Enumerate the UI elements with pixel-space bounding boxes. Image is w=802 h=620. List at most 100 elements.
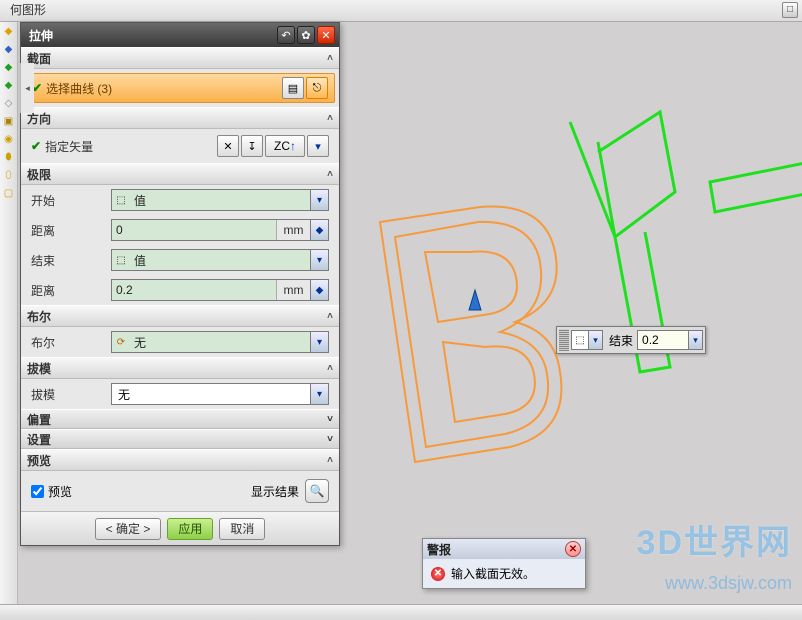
vector-dropdown-icon[interactable]: ▾ (307, 135, 329, 157)
left-toolbar: ◆ ◆ ◆ ◆ ◇ ▣ ◉ ⬮ ⬯ ▢ (0, 22, 18, 620)
chevron-down-icon: ▾ (310, 332, 328, 352)
watermark-url: www.3dsjw.com (665, 573, 792, 594)
value-icon: ⬚ (112, 190, 130, 210)
dialog-titlebar[interactable]: 拉伸 ↶ ✿ ✕ (21, 23, 339, 47)
float-end-label: 结束 (605, 332, 637, 349)
tool-button[interactable]: ◆ (1, 42, 17, 58)
chevron-up-icon: ˄ (327, 455, 333, 466)
specify-vector-label: 指定矢量 (45, 138, 215, 155)
top-menu-label: 何图形 (10, 3, 46, 17)
value-icon: ⬚ (112, 250, 130, 270)
top-strip-button[interactable]: □ (782, 2, 798, 18)
apply-button[interactable]: 应用 (167, 518, 213, 540)
boolean-combo[interactable]: ⟳ 无 ▾ (111, 331, 329, 353)
alert-popup: 警报 ✕ ✕ 输入截面无效。 (422, 538, 586, 589)
float-type-combo[interactable]: ⬚ ▾ (571, 330, 603, 350)
end-label: 结束 (31, 252, 111, 269)
limits-header[interactable]: 极限 ˄ (21, 163, 339, 185)
watermark-text: 3D世界网 (637, 515, 792, 564)
chevron-down-icon: ▾ (310, 250, 328, 270)
select-curve-row[interactable]: ✔ 选择曲线 (3) ▤ ⎋ (25, 73, 335, 103)
start-distance-field[interactable]: mm ◆ (111, 219, 329, 241)
boolean-header[interactable]: 布尔 ˄ (21, 305, 339, 327)
draft-combo[interactable]: 无 ▾ (111, 383, 329, 405)
end-distance-input[interactable] (112, 280, 276, 300)
ok-button[interactable]: < 确定 > (95, 518, 162, 540)
offset-header[interactable]: 偏置 ˅ (21, 409, 339, 429)
show-result-label: 显示结果 (251, 483, 299, 500)
app-background: 何图形 □ ◆ ◆ ◆ ◆ ◇ ▣ ◉ ⬮ ⬯ ▢ (0, 0, 802, 620)
tool-button[interactable]: ◆ (1, 60, 17, 76)
draft-header[interactable]: 拔模 ˄ (21, 357, 339, 379)
viewport-3d[interactable]: 3D世界网 www.3dsjw.com (340, 22, 802, 604)
dialog-left-sash[interactable]: ◂ (20, 63, 34, 113)
alert-close-icon[interactable]: ✕ (565, 541, 581, 557)
axis-combo[interactable]: ZC↑ (265, 135, 305, 157)
spinner-icon[interactable]: ◆ (310, 280, 328, 300)
curve-rule-icon[interactable]: ⎋ (306, 77, 328, 99)
unit-label: mm (276, 280, 310, 300)
top-menu-strip: 何图形 □ (0, 0, 802, 22)
end-combo[interactable]: ⬚ 值 ▾ (111, 249, 329, 271)
error-icon: ✕ (431, 567, 445, 581)
tool-button[interactable]: ◆ (1, 24, 17, 40)
start-distance-input[interactable] (112, 220, 276, 240)
end-distance-label: 距离 (31, 282, 111, 299)
start-label: 开始 (31, 192, 111, 209)
section-section-header[interactable]: 截面 ˄ (21, 47, 339, 69)
preview-checkbox[interactable] (31, 485, 44, 498)
unit-label: mm (276, 220, 310, 240)
float-end-value[interactable]: 0.2 ▾ (637, 330, 703, 350)
chevron-up-icon: ˄ (327, 169, 333, 180)
chevron-down-icon: ▾ (310, 190, 328, 210)
status-bar (0, 604, 802, 620)
vector-constructor-icon[interactable]: ↧ (241, 135, 263, 157)
specify-vector-row: ✔ 指定矢量 ✕ ↧ ZC↑ ▾ (21, 129, 339, 163)
alert-message: 输入截面无效。 (451, 565, 535, 582)
extrude-dialog: 拉伸 ↶ ✿ ✕ ◂ 截面 ˄ ✔ 选择曲线 (3) ▤ ⎋ 方向 ˄ ✔ (20, 22, 340, 546)
select-curve-label: 选择曲线 (3) (46, 80, 280, 97)
alert-titlebar[interactable]: 警报 ✕ (423, 539, 585, 559)
sketch-section-icon[interactable]: ▤ (282, 77, 304, 99)
chevron-up-icon: ˄ (327, 113, 333, 124)
settings-header[interactable]: 设置 ˅ (21, 429, 339, 449)
check-icon: ✔ (31, 139, 41, 153)
tool-button[interactable]: ◆ (1, 78, 17, 94)
boolean-label: 布尔 (31, 334, 111, 351)
magnifier-icon[interactable]: 🔍 (305, 479, 329, 503)
preview-checkbox-label: 预览 (48, 483, 72, 500)
tool-button[interactable]: ◉ (1, 132, 17, 148)
tool-button[interactable]: ⬯ (1, 168, 17, 184)
start-combo[interactable]: ⬚ 值 ▾ (111, 189, 329, 211)
tool-button[interactable]: ◇ (1, 96, 17, 112)
chevron-up-icon: ˄ (327, 53, 333, 64)
tool-button[interactable]: ▢ (1, 186, 17, 202)
chevron-down-icon: ▾ (588, 331, 602, 349)
close-icon[interactable]: ✕ (317, 26, 335, 44)
spinner-icon[interactable]: ◆ (310, 220, 328, 240)
undo-icon[interactable]: ↶ (277, 26, 295, 44)
alert-title: 警报 (427, 541, 451, 558)
tool-button[interactable]: ▣ (1, 114, 17, 130)
dialog-title: 拉伸 (29, 27, 275, 44)
on-screen-input[interactable]: ⬚ ▾ 结束 0.2 ▾ (556, 326, 706, 354)
start-distance-label: 距离 (31, 222, 111, 239)
grip-handle[interactable] (559, 329, 569, 351)
draft-label: 拔模 (31, 386, 111, 403)
direction-header[interactable]: 方向 ˄ (21, 107, 339, 129)
chevron-down-icon: ▾ (688, 331, 702, 349)
end-distance-field[interactable]: mm ◆ (111, 279, 329, 301)
none-icon: ⟳ (112, 332, 130, 352)
preview-header[interactable]: 预览 ˄ (21, 449, 339, 471)
chevron-down-icon: ˅ (327, 434, 333, 445)
tool-button[interactable]: ⬮ (1, 150, 17, 166)
chevron-down-icon: ▾ (310, 384, 328, 404)
reverse-vector-icon[interactable]: ✕ (217, 135, 239, 157)
value-icon: ⬚ (572, 331, 588, 349)
settings-icon[interactable]: ✿ (297, 26, 315, 44)
cancel-button[interactable]: 取消 (219, 518, 265, 540)
chevron-down-icon: ˅ (327, 414, 333, 425)
dialog-footer: < 确定 > 应用 取消 (21, 511, 339, 545)
chevron-up-icon: ˄ (327, 363, 333, 374)
chevron-up-icon: ˄ (327, 311, 333, 322)
